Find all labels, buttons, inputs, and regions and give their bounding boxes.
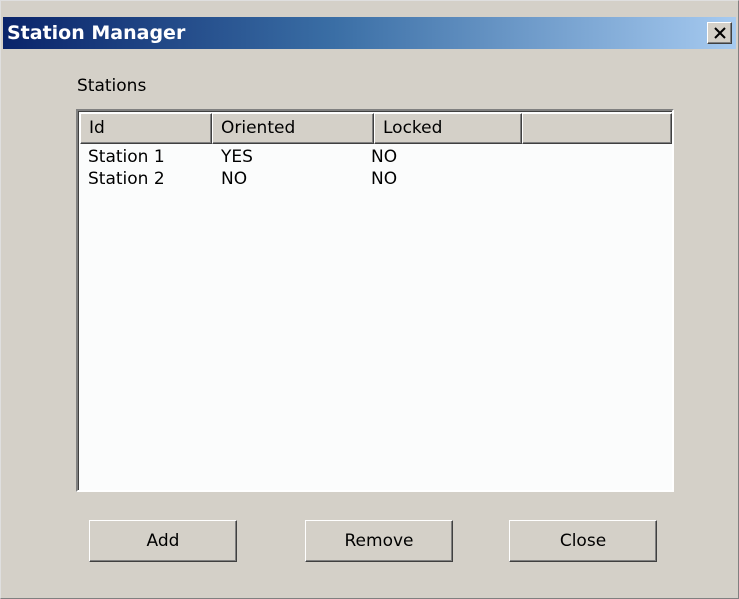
remove-button[interactable]: Remove [305,520,453,562]
cell-oriented: NO [221,169,248,189]
cell-locked: NO [371,169,398,189]
close-button[interactable]: Close [509,520,657,562]
table-row[interactable]: Station 2 NO NO [80,168,672,190]
title-bar[interactable]: Station Manager [3,17,736,49]
station-manager-dialog: Station Manager Stations Id Oriented Loc… [0,0,739,599]
stations-list[interactable]: Id Oriented Locked Station 1 YES NO Stat… [76,109,674,492]
cell-oriented: YES [221,147,253,167]
table-row[interactable]: Station 1 YES NO [80,146,672,168]
add-button[interactable]: Add [89,520,237,562]
stations-label: Stations [77,76,147,96]
window-title: Station Manager [7,22,186,44]
column-header-id[interactable]: Id [80,113,212,144]
column-header-empty[interactable] [522,113,672,144]
cell-id: Station 1 [88,147,165,167]
column-header-locked[interactable]: Locked [374,113,522,144]
close-icon [714,27,726,39]
list-header: Id Oriented Locked [80,113,672,144]
cell-locked: NO [371,147,398,167]
cell-id: Station 2 [88,169,165,189]
close-window-button[interactable] [707,22,732,44]
column-header-oriented[interactable]: Oriented [212,113,374,144]
